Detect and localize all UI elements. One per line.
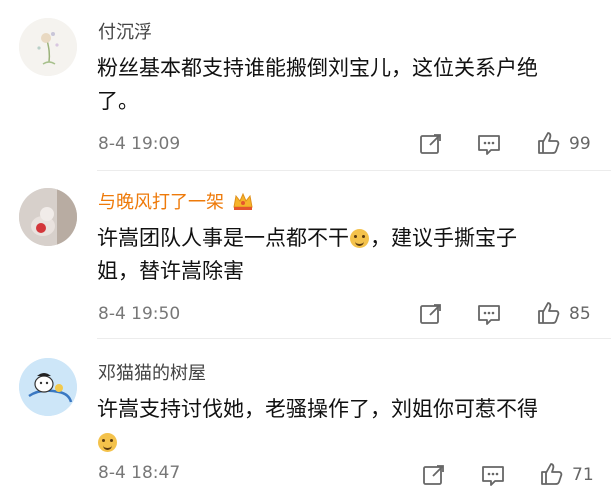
username[interactable]: 与晚风打了一架 [98, 191, 254, 215]
comment-text-segment: 许嵩团队人事是一点都不干 [97, 226, 349, 250]
share-icon[interactable] [418, 131, 444, 157]
comment-text: 许嵩支持讨伐她，老骚操作了，刘姐你可惹不得 [97, 393, 567, 459]
timestamp: 8-4 19:50 [98, 304, 181, 324]
comment-text-segment: ，建议手撕宝子 [370, 226, 517, 250]
cartoon-character-icon [19, 358, 77, 416]
comment-text-line: 姐，替许嵩除害 [97, 259, 244, 283]
avatar[interactable] [19, 188, 77, 246]
like-icon[interactable] [538, 461, 564, 487]
comment-icon[interactable] [476, 301, 502, 327]
username[interactable]: 付沉浮 [98, 21, 152, 45]
comment-text-line: 许嵩团队人事是一点都不干 ，建议手撕宝子 [97, 222, 567, 255]
comment-icon[interactable] [480, 462, 506, 488]
username-text: 与晚风打了一架 [98, 192, 224, 213]
like-icon[interactable] [535, 130, 561, 156]
timestamp: 8-4 18:47 [98, 463, 181, 483]
dandelion-icon [19, 18, 77, 76]
share-icon[interactable] [418, 301, 444, 327]
doge-emoji-icon [98, 433, 117, 452]
like-count: 85 [569, 304, 591, 324]
comment-text: 粉丝基本都支持谁能搬倒刘宝儿，这位关系户绝 了。 [97, 52, 567, 118]
comment-item: 与晚风打了一架 许嵩团队人事是一点都不干 ，建议手撕宝子 姐，替许嵩除害 8-4 … [0, 170, 611, 338]
comment-text-line: 了。 [97, 89, 139, 113]
comment-text-line [97, 426, 567, 459]
comment-text: 许嵩团队人事是一点都不干 ，建议手撕宝子 姐，替许嵩除害 [97, 222, 567, 288]
crown-icon [232, 191, 254, 211]
photo-icon [19, 188, 77, 246]
comment-item: 邓猫猫的树屋 许嵩支持讨伐她，老骚操作了，刘姐你可惹不得 8-4 18:47 7… [0, 338, 611, 500]
like-count: 71 [572, 465, 594, 485]
comment-item: 付沉浮 粉丝基本都支持谁能搬倒刘宝儿，这位关系户绝 了。 8-4 19:09 9… [0, 0, 611, 170]
comment-text-line: 许嵩支持讨伐她，老骚操作了，刘姐你可惹不得 [97, 397, 538, 421]
timestamp: 8-4 19:09 [98, 134, 181, 154]
like-count: 99 [569, 134, 591, 154]
comment-icon[interactable] [476, 131, 502, 157]
share-icon[interactable] [421, 462, 447, 488]
like-icon[interactable] [535, 300, 561, 326]
avatar[interactable] [19, 358, 77, 416]
comment-text-line: 粉丝基本都支持谁能搬倒刘宝儿，这位关系户绝 [97, 56, 538, 80]
avatar[interactable] [19, 18, 77, 76]
username[interactable]: 邓猫猫的树屋 [98, 362, 206, 386]
doge-emoji-icon [350, 229, 369, 248]
